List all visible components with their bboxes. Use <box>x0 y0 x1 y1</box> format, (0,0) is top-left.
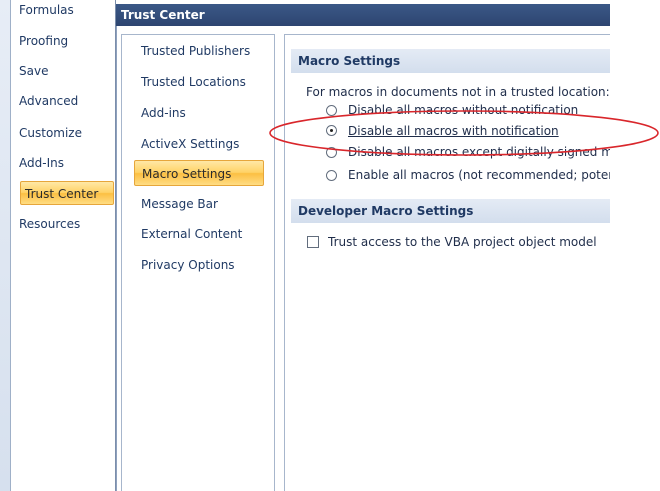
nav-item-formulas[interactable]: Formulas <box>19 0 115 21</box>
tc-nav-trusted-locations[interactable]: Trusted Locations <box>141 71 271 93</box>
nav-item-customize[interactable]: Customize <box>19 122 115 144</box>
nav-item-add-ins[interactable]: Add-Ins <box>19 152 115 174</box>
option-label-disable-except-signed[interactable]: Disable all macros except digitally sign… <box>348 145 610 159</box>
option-label-enable-all[interactable]: Enable all macros (not recommended; pote… <box>348 168 610 182</box>
tc-nav-trusted-publishers[interactable]: Trusted Publishers <box>141 40 271 62</box>
macro-settings-intro: For macros in documents not in a trusted… <box>306 85 610 99</box>
dialog-title: Trust Center <box>116 4 610 26</box>
tc-nav-external-content[interactable]: External Content <box>141 223 271 245</box>
tc-nav-macro-settings[interactable]: Macro Settings <box>134 160 264 186</box>
tc-nav-activex-settings[interactable]: ActiveX Settings <box>141 133 271 155</box>
radio-enable-all[interactable] <box>326 170 337 181</box>
nav-item-proofing[interactable]: Proofing <box>19 30 115 52</box>
option-label-disable-with-notification[interactable]: Disable all macros with notification <box>348 124 559 138</box>
trust-vba-label[interactable]: Trust access to the VBA project object m… <box>328 235 597 249</box>
option-label-disable-no-notification[interactable]: Disable all macros without notification <box>348 103 578 117</box>
nav-item-trust-center[interactable]: Trust Center <box>20 181 114 205</box>
radio-disable-no-notification[interactable] <box>326 105 337 116</box>
trust-vba-checkbox[interactable] <box>307 236 319 248</box>
tc-nav-add-ins[interactable]: Add-ins <box>141 102 271 124</box>
nav-edge <box>0 0 11 491</box>
tc-nav-message-bar[interactable]: Message Bar <box>141 193 271 215</box>
nav-item-save[interactable]: Save <box>19 60 115 82</box>
tc-nav-privacy-options[interactable]: Privacy Options <box>141 254 271 276</box>
radio-disable-with-notification[interactable] <box>326 125 337 136</box>
nav-item-resources[interactable]: Resources <box>19 213 115 235</box>
developer-settings-header: Developer Macro Settings <box>291 199 610 223</box>
radio-disable-except-signed[interactable] <box>326 147 337 158</box>
macro-settings-header: Macro Settings <box>291 49 610 73</box>
nav-item-advanced[interactable]: Advanced <box>19 90 115 112</box>
